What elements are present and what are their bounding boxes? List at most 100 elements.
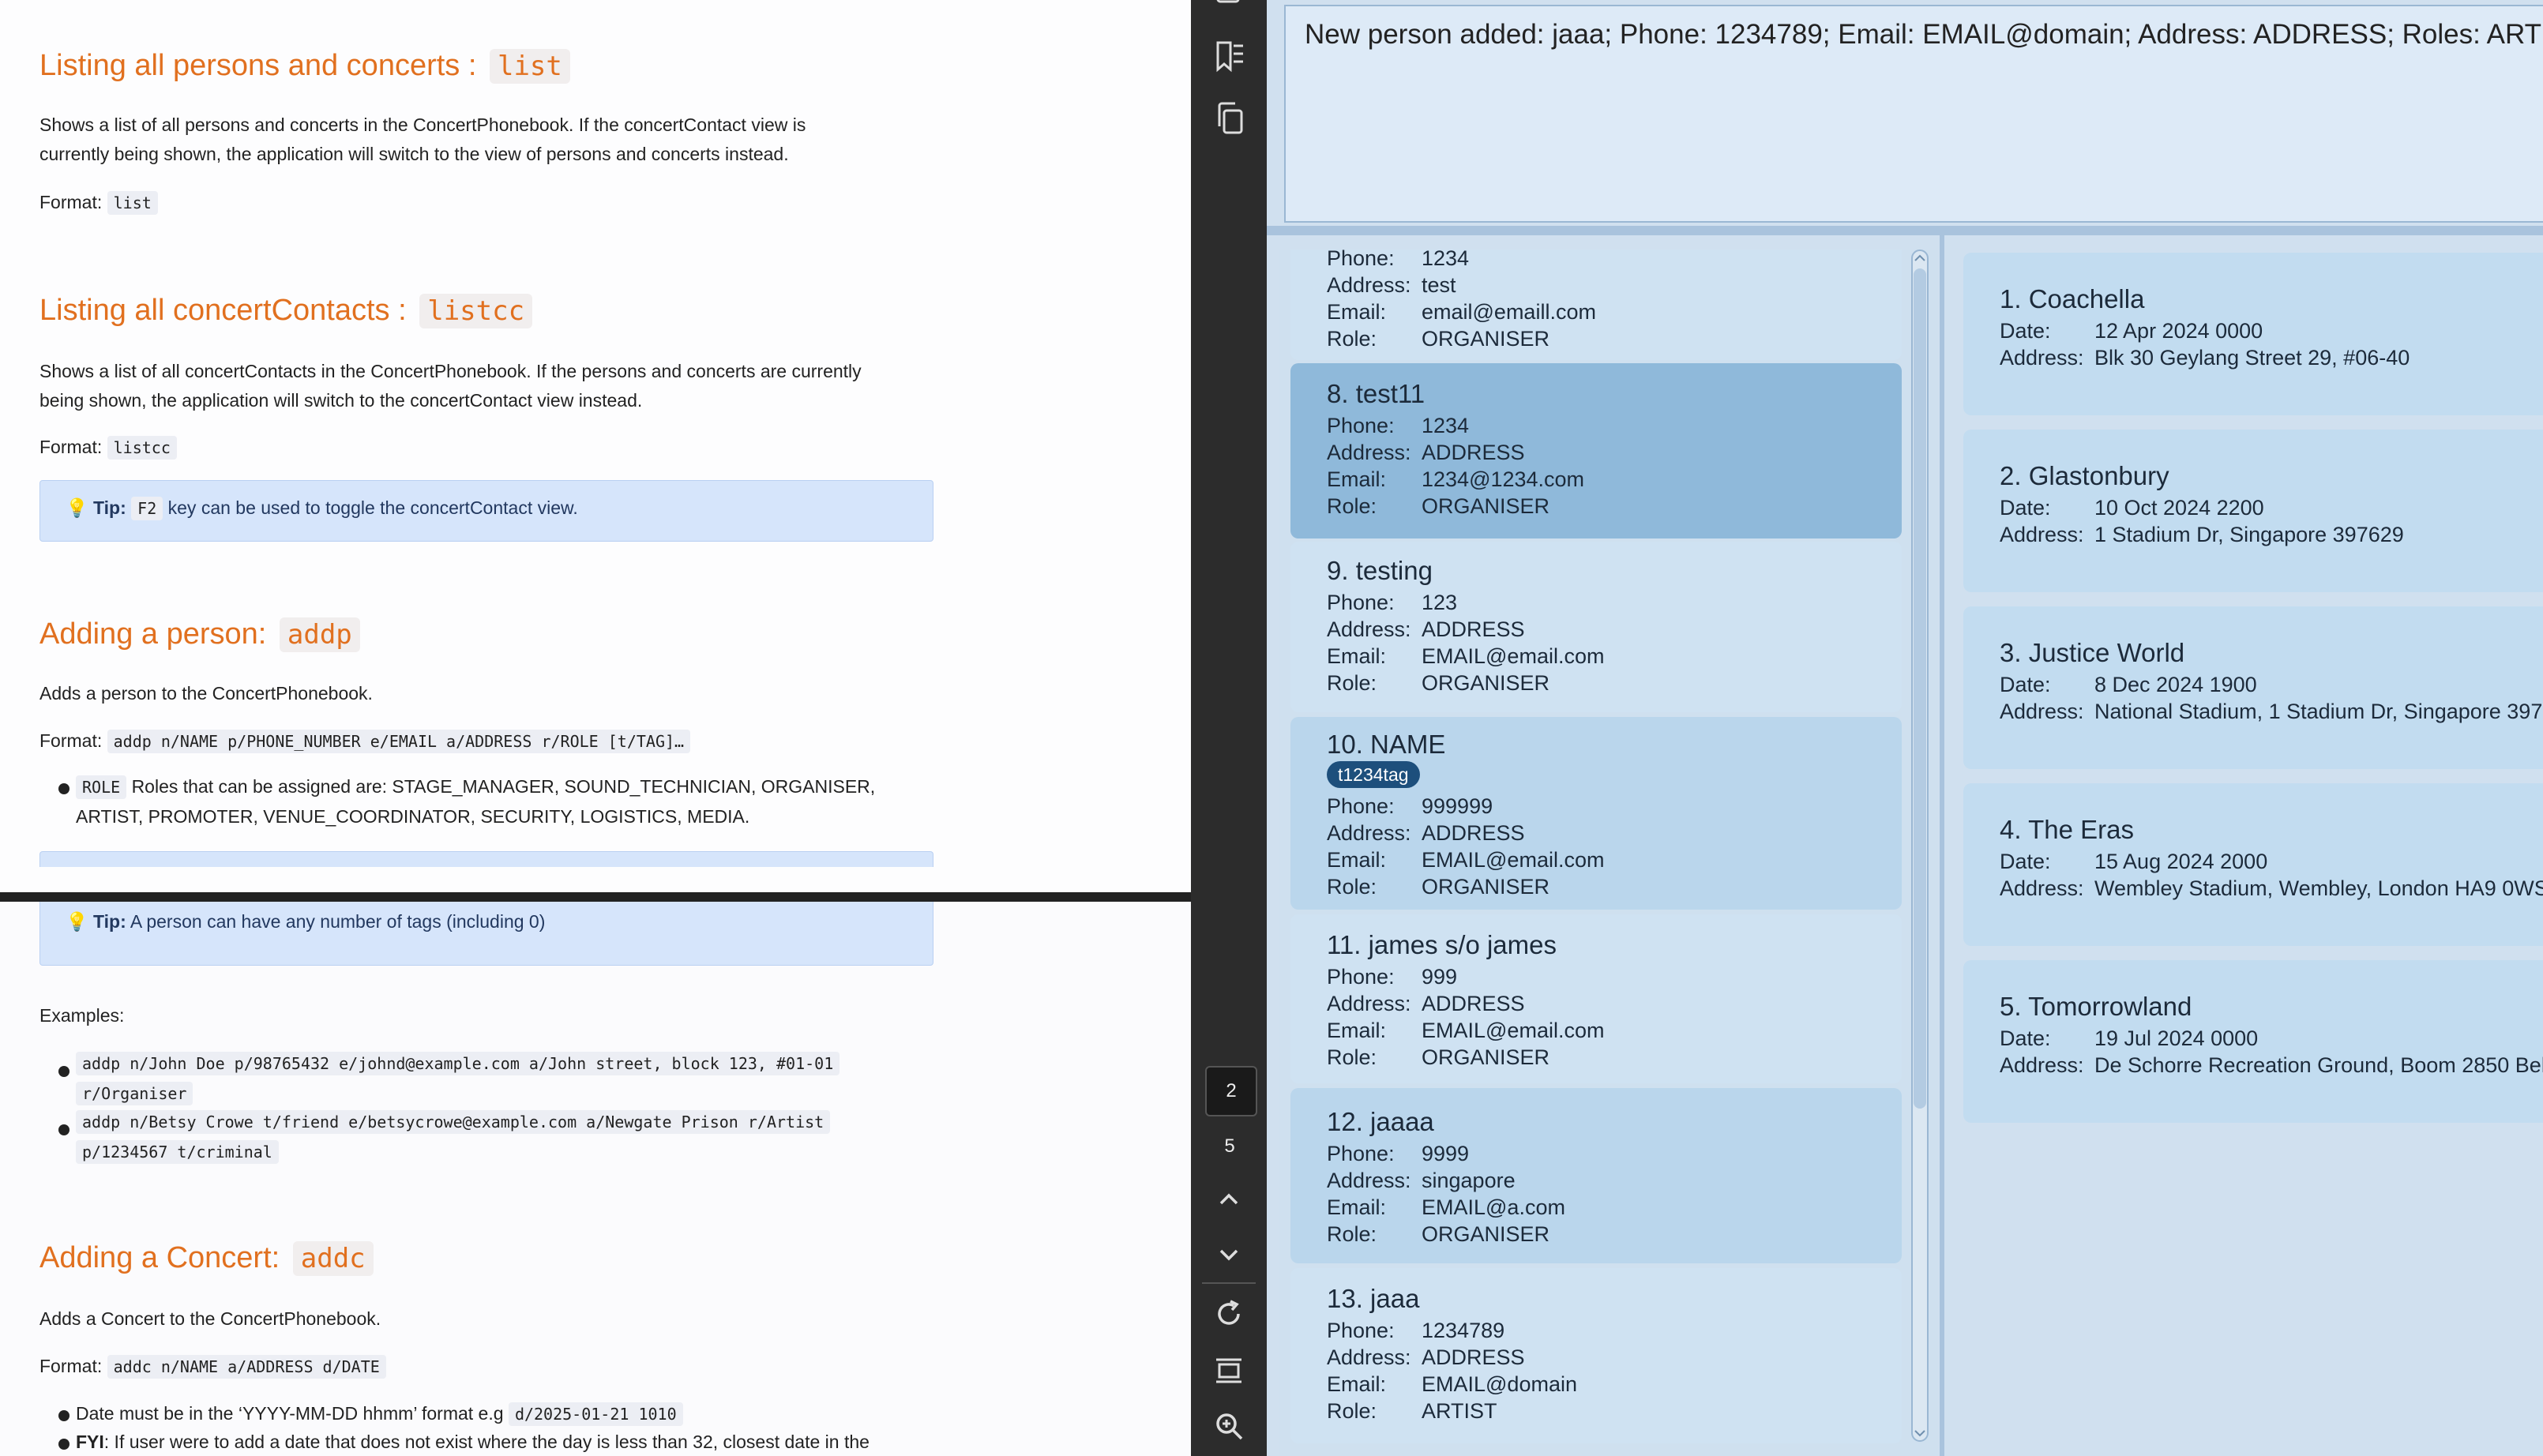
fit-page-icon[interactable] bbox=[1213, 1355, 1245, 1387]
address-value: ADDRESS bbox=[1422, 617, 1525, 641]
date-rule-text: Date must be in the ‘YYYY-MM-DD hhmm’ fo… bbox=[76, 1403, 504, 1424]
bullet bbox=[58, 1124, 69, 1135]
line: Shows a list of all persons and concerts… bbox=[39, 114, 806, 135]
format-line: Format: addp n/NAME p/PHONE_NUMBER e/EMA… bbox=[39, 726, 924, 756]
address-label: Address: bbox=[2000, 346, 2084, 370]
heading-list: Listing all persons and concerts : list bbox=[39, 49, 570, 84]
concert-card[interactable]: 2. Glastonbury Date: 10 Oct 2024 2200 Ad… bbox=[1963, 430, 2543, 592]
concert-card[interactable]: 1. Coachella Date: 12 Apr 2024 0000 Addr… bbox=[1963, 253, 2543, 415]
concert-list[interactable]: 1. Coachella Date: 12 Apr 2024 0000 Addr… bbox=[1944, 235, 2543, 1456]
phone-value: 1234 bbox=[1422, 414, 1470, 437]
bullet-text: FYI: If user were to add a date that doe… bbox=[76, 1428, 945, 1456]
concert-name: 1. Coachella bbox=[2000, 284, 2145, 313]
person-card-selected[interactable]: 8. test11 Phone: 1234 Address: ADDRESS E… bbox=[1290, 363, 1902, 538]
line: ARTIST, PROMOTER, VENUE_COORDINATOR, SEC… bbox=[76, 806, 750, 827]
tip-text: key can be used to toggle the concertCon… bbox=[167, 497, 578, 518]
address-value: 1 Stadium Dr, Singapore 397629 bbox=[2094, 523, 2404, 546]
person-card[interactable]: 10. NAME t1234tag Phone: 999999 Address:… bbox=[1290, 717, 1902, 910]
concert-name: 3. Justice World bbox=[2000, 638, 2185, 667]
email-value: 1234@1234.com bbox=[1422, 467, 1585, 491]
format-line: Format: addc n/NAME a/ADDRESS d/DATE bbox=[39, 1352, 924, 1382]
tip-label: Tip: bbox=[93, 911, 126, 932]
phone-value: 999999 bbox=[1422, 794, 1493, 818]
format-label: Format: bbox=[39, 192, 103, 212]
lightbulb-icon: 💡 bbox=[66, 497, 88, 518]
line: currently being shown, the application w… bbox=[39, 144, 789, 164]
bookmark-list-icon[interactable] bbox=[1215, 39, 1246, 74]
email-label: Email: bbox=[1327, 644, 1387, 668]
person-card[interactable]: 11. james s/o james Phone: 999 Address: … bbox=[1290, 914, 1902, 1083]
line: Roles that can be assigned are: STAGE_MA… bbox=[131, 776, 876, 797]
rotate-icon[interactable] bbox=[1213, 1298, 1245, 1330]
person-card[interactable]: 13. jaaa Phone: 1234789 Address: ADDRESS… bbox=[1290, 1268, 1902, 1443]
bullet bbox=[58, 783, 69, 794]
current-page-input[interactable]: 2 bbox=[1205, 1066, 1257, 1116]
person-card[interactable]: 9. testing Phone: 123 Address: ADDRESS E… bbox=[1290, 542, 1902, 712]
date-value: 12 Apr 2024 0000 bbox=[2094, 319, 2263, 343]
example-code: p/1234567 t/criminal bbox=[76, 1140, 279, 1164]
role-value: ORGANISER bbox=[1422, 671, 1550, 695]
concert-phonebook-app: New person added: jaaa; Phone: 1234789; … bbox=[1267, 0, 2543, 1456]
scroll-up-arrow-icon[interactable] bbox=[1912, 251, 1928, 265]
chevron-down-icon[interactable] bbox=[1215, 1243, 1243, 1266]
zoom-icon[interactable] bbox=[1213, 1410, 1245, 1442]
page-separator bbox=[0, 867, 1191, 902]
phone-label: Phone: bbox=[1327, 414, 1395, 437]
paragraph: Adds a person to the ConcertPhonebook. bbox=[39, 683, 373, 704]
phone-label: Phone: bbox=[1327, 250, 1395, 270]
email-label: Email: bbox=[1327, 1195, 1387, 1219]
fyi-text: : If user were to add a date that does n… bbox=[103, 1432, 870, 1452]
format-code: addc n/NAME a/ADDRESS d/DATE bbox=[107, 1355, 386, 1379]
person-card[interactable]: Phone: 1234 Address: test Email: email@e… bbox=[1290, 250, 1902, 360]
date-value: 8 Dec 2024 1900 bbox=[2094, 673, 2257, 696]
address-value: ADDRESS bbox=[1422, 441, 1525, 464]
concert-card[interactable]: 4. The Eras Date: 15 Aug 2024 2000 Addre… bbox=[1963, 783, 2543, 946]
line: Shows a list of all concertContacts in t… bbox=[39, 361, 862, 381]
split-divider[interactable] bbox=[1267, 226, 2543, 235]
role-code: ROLE bbox=[76, 775, 127, 799]
person-name: 11. james s/o james bbox=[1327, 930, 1557, 959]
partial-icon bbox=[1216, 0, 1240, 3]
scrollbar-thumb[interactable] bbox=[1914, 268, 1926, 1109]
chevron-up-icon[interactable] bbox=[1215, 1188, 1243, 1211]
person-list-scrollbar[interactable] bbox=[1908, 250, 1932, 1443]
concert-card[interactable]: 5. Tomorrowland Date: 19 Jul 2024 0000 A… bbox=[1963, 960, 2543, 1123]
person-card[interactable]: 12. jaaaa Phone: 9999 Address: singapore… bbox=[1290, 1088, 1902, 1263]
address-label: Address: bbox=[1327, 441, 1411, 464]
email-label: Email: bbox=[1327, 300, 1387, 324]
role-label: Role: bbox=[1327, 671, 1377, 695]
address-value: ADDRESS bbox=[1422, 1345, 1525, 1369]
format-code: list bbox=[107, 191, 158, 215]
pdf-toolbar: 2 5 bbox=[1191, 0, 1267, 1456]
tip-box: 💡 Tip: F2 key can be used to toggle the … bbox=[39, 480, 933, 542]
email-value: EMAIL@email.com bbox=[1422, 848, 1605, 872]
role-value: ORGANISER bbox=[1422, 875, 1550, 899]
format-label: Format: bbox=[39, 730, 103, 751]
person-list[interactable]: Phone: 1234 Address: test Email: email@e… bbox=[1279, 250, 1938, 1456]
tag-chip: t1234tag bbox=[1327, 761, 1420, 788]
email-label: Email: bbox=[1327, 467, 1387, 491]
date-value: 19 Jul 2024 0000 bbox=[2094, 1026, 2259, 1050]
total-pages: 5 bbox=[1224, 1135, 1235, 1157]
scroll-down-arrow-icon[interactable] bbox=[1912, 1426, 1928, 1440]
email-label: Email: bbox=[1327, 1372, 1387, 1396]
phone-value: 999 bbox=[1422, 965, 1458, 989]
address-label: Address: bbox=[2000, 876, 2084, 900]
role-label: Role: bbox=[1327, 1399, 1377, 1423]
copy-icon[interactable] bbox=[1215, 101, 1246, 136]
paragraph: Shows a list of all concertContacts in t… bbox=[39, 357, 924, 415]
address-label: Address: bbox=[2000, 523, 2084, 546]
example-1: addp n/John Doe p/98765432 e/johnd@examp… bbox=[76, 1049, 945, 1109]
heading-text: Adding a Concert: bbox=[39, 1241, 288, 1274]
address-label: Address: bbox=[1327, 821, 1411, 845]
tip-label: Tip: bbox=[93, 497, 126, 518]
role-label: Role: bbox=[1327, 327, 1377, 351]
role-label: Role: bbox=[1327, 1045, 1377, 1069]
address-label: Address: bbox=[1327, 273, 1411, 297]
user-guide-page-bottom: 💡 Tip: A person can have any number of t… bbox=[0, 902, 1191, 1456]
address-label: Address: bbox=[1327, 1169, 1411, 1192]
line: being shown, the application will switch… bbox=[39, 390, 643, 411]
example-2: addp n/Betsy Crowe t/friend e/betsycrowe… bbox=[76, 1107, 945, 1167]
concert-card[interactable]: 3. Justice World Date: 8 Dec 2024 1900 A… bbox=[1963, 606, 2543, 769]
fyi-label: FYI bbox=[76, 1432, 104, 1452]
